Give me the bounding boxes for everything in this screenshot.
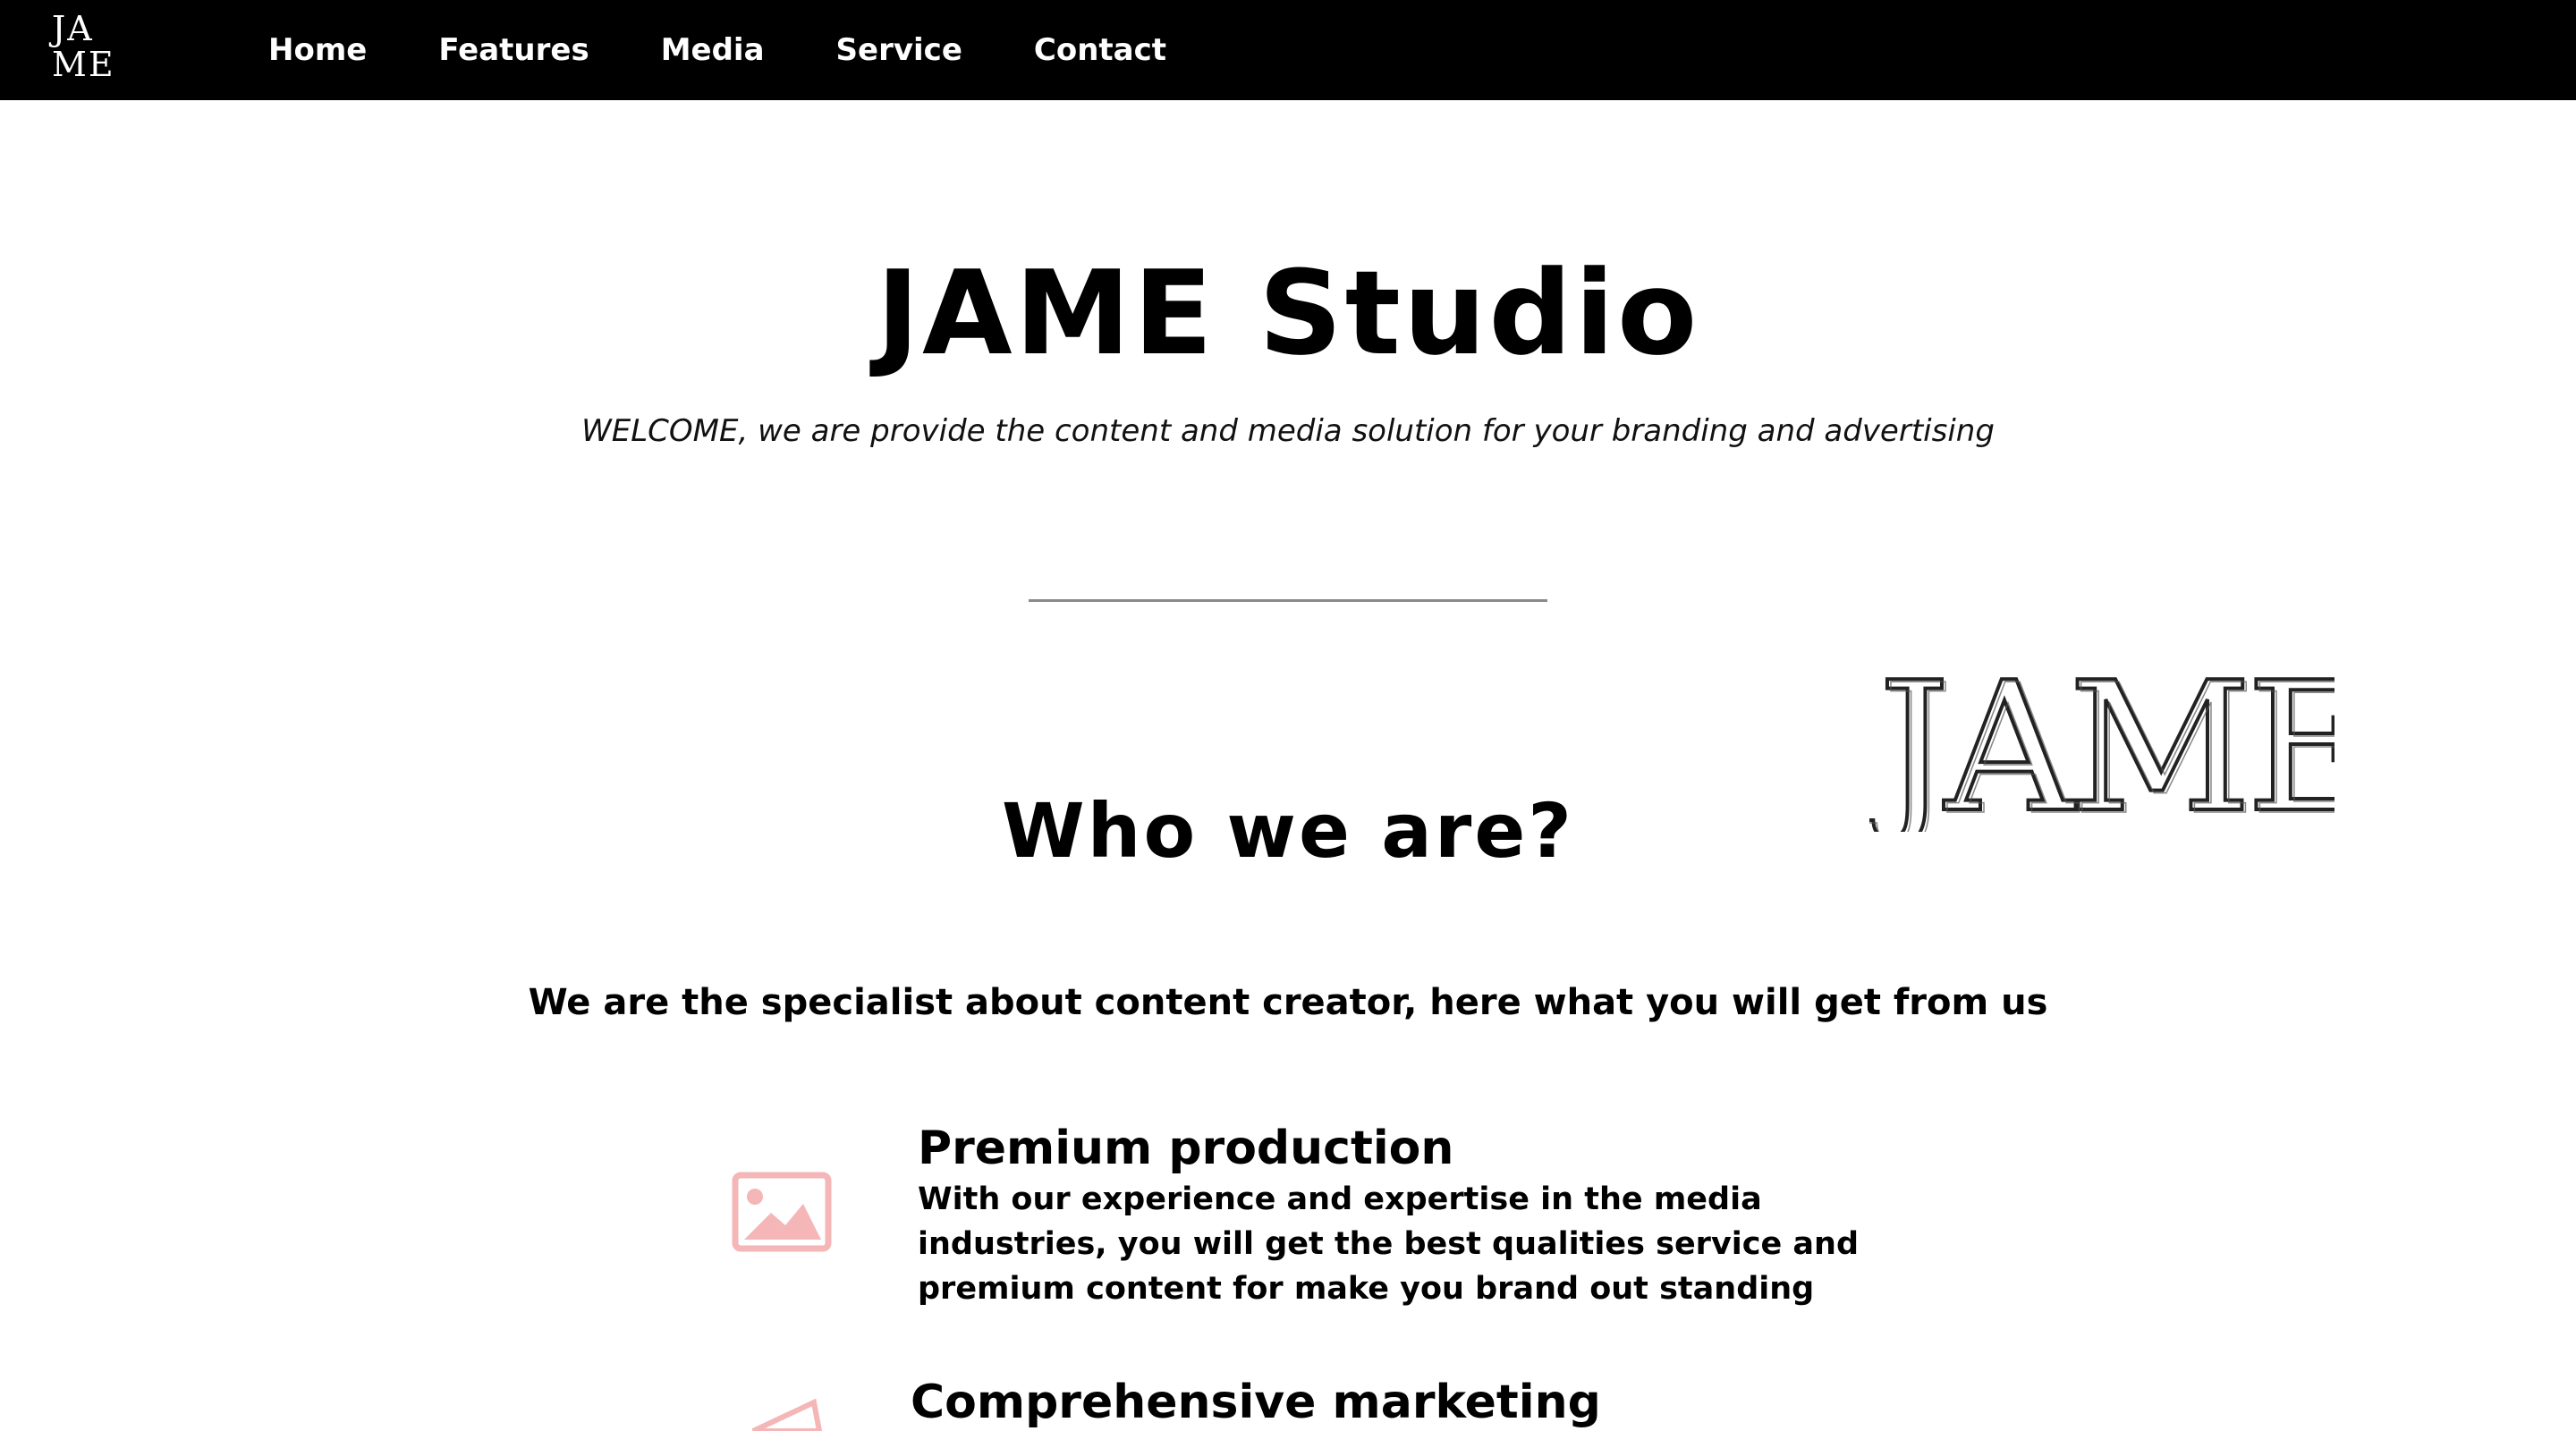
who-we-are-heading: Who we are? xyxy=(1001,787,1575,875)
hero-subtitle: WELCOME, we are provide the content and … xyxy=(581,413,1995,449)
brand-logo[interactable]: JA ME xyxy=(45,5,116,95)
section-divider xyxy=(1029,599,1547,602)
nav-links: Home Features Media Service Contact xyxy=(268,0,1238,100)
feature-title: Premium production xyxy=(918,1122,1454,1175)
nav-link-home[interactable]: Home xyxy=(268,32,367,68)
logo-line-2: ME xyxy=(52,45,115,84)
feature-title: Comprehensive marketing xyxy=(911,1376,1601,1429)
feature-comprehensive-marketing: Comprehensive marketing xyxy=(911,1374,1930,1431)
hero-title: JAME Studio xyxy=(876,245,1700,381)
nav-link-media[interactable]: Media xyxy=(661,32,765,68)
megaphone-icon xyxy=(751,1398,823,1431)
logo-line-1: JA xyxy=(52,9,94,48)
image-icon xyxy=(732,1172,832,1252)
feature-description: With our experience and expertise in the… xyxy=(918,1181,1860,1307)
nav-link-service[interactable]: Service xyxy=(836,32,962,68)
who-we-are-intro: We are the specialist about content crea… xyxy=(528,982,2048,1023)
nav-link-features[interactable]: Features xyxy=(438,32,589,68)
nav-link-contact[interactable]: Contact xyxy=(1034,32,1166,68)
top-navbar: JA ME Home Features Media Service Contac… xyxy=(0,0,2576,100)
feature-premium-production: Premium production With our experience a… xyxy=(918,1120,1937,1311)
